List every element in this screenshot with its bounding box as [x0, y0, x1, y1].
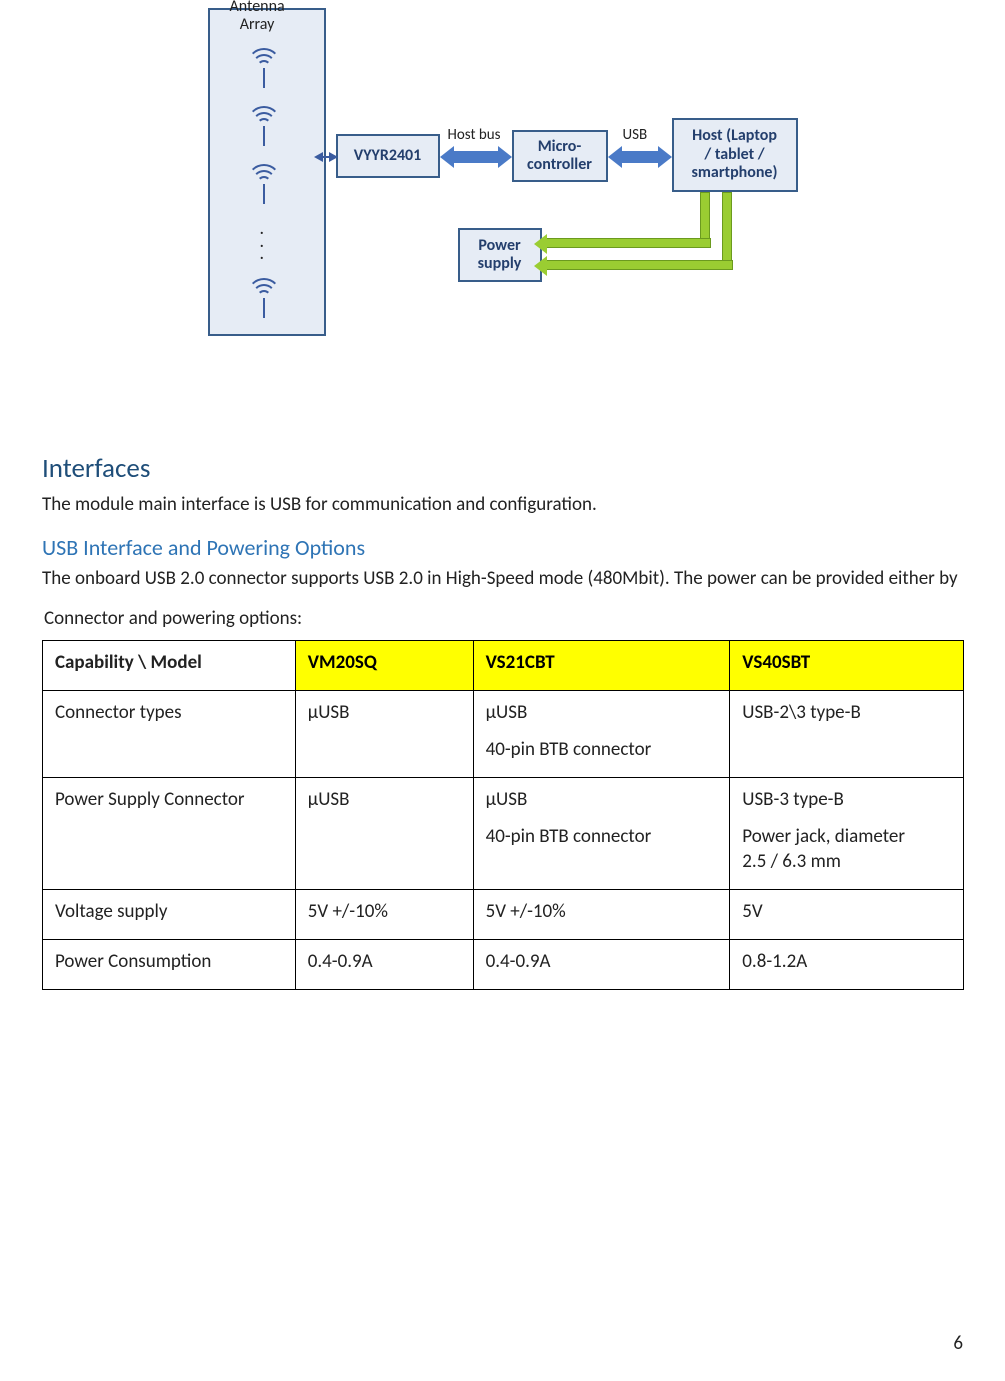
block-diagram: Antenna Array ... VYYR2401 Host bus Micr… — [198, 0, 808, 345]
microcontroller-box: Micro- controller — [512, 130, 608, 182]
page: Antenna Array ... VYYR2401 Host bus Micr… — [0, 0, 1005, 1381]
green-connector — [722, 192, 732, 264]
vyyr-box: VYYR2401 — [336, 134, 440, 178]
table-header-model: VM20SQ — [295, 641, 473, 691]
green-arrow — [546, 260, 733, 270]
table-cell: 5V +/-10% — [295, 890, 473, 940]
arrow-host-bus — [440, 148, 512, 166]
table-cell: μUSB 40-pin BTB connector — [473, 778, 730, 890]
antenna-icon — [244, 106, 284, 150]
table-cell: μUSB — [295, 778, 473, 890]
table-cell: Power Consumption — [43, 940, 296, 990]
table-cell: Voltage supply — [43, 890, 296, 940]
antenna-icon — [244, 164, 284, 208]
table-cell: 5V — [730, 890, 964, 940]
arrow-antenna-vyyr — [316, 156, 336, 158]
table-cell: Power Supply Connector — [43, 778, 296, 890]
table-cell: USB-3 type-B Power jack, diameter 2.5 / … — [730, 778, 964, 890]
arrow-usb — [608, 148, 672, 166]
ellipsis-icon: ... — [260, 222, 265, 260]
table-header-row: Capability \ Model VM20SQ VS21CBT VS40SB… — [43, 641, 964, 691]
interfaces-heading: Interfaces — [42, 452, 964, 485]
host-box: Host (Laptop / tablet / smartphone) — [672, 118, 798, 192]
table-row: Connector types μUSB μUSB 40-pin BTB con… — [43, 691, 964, 778]
interfaces-body: The module main interface is USB for com… — [42, 491, 964, 520]
table-cell: USB-2\3 type-B — [730, 691, 964, 778]
usb-label: USB — [623, 126, 648, 144]
green-arrow — [546, 238, 711, 248]
host-bus-label: Host bus — [448, 126, 501, 144]
table-cell: Connector types — [43, 691, 296, 778]
antenna-icon — [244, 48, 284, 92]
page-number: 6 — [953, 1332, 963, 1355]
table-row: Power Consumption 0.4-0.9A 0.4-0.9A 0.8-… — [43, 940, 964, 990]
table-cell: 0.4-0.9A — [473, 940, 730, 990]
antenna-array-label: Antenna Array — [230, 0, 285, 33]
table-row: Voltage supply 5V +/-10% 5V +/-10% 5V — [43, 890, 964, 940]
table-cell: 5V +/-10% — [473, 890, 730, 940]
table-caption: Connector and powering options: — [44, 607, 964, 630]
table-cell: μUSB 40-pin BTB connector — [473, 691, 730, 778]
table-header-capability: Capability \ Model — [43, 641, 296, 691]
table-row: Power Supply Connector μUSB μUSB 40-pin … — [43, 778, 964, 890]
usb-body: The onboard USB 2.0 connector supports U… — [42, 565, 964, 594]
antenna-icon — [244, 278, 284, 322]
spec-table: Capability \ Model VM20SQ VS21CBT VS40SB… — [42, 640, 964, 990]
table-cell: μUSB — [295, 691, 473, 778]
power-supply-box: Power supply — [458, 228, 542, 282]
table-header-model: VS21CBT — [473, 641, 730, 691]
usb-heading: USB Interface and Powering Options — [42, 534, 964, 561]
table-header-model: VS40SBT — [730, 641, 964, 691]
green-connector — [700, 192, 710, 242]
table-cell: 0.4-0.9A — [295, 940, 473, 990]
table-cell: 0.8-1.2A — [730, 940, 964, 990]
